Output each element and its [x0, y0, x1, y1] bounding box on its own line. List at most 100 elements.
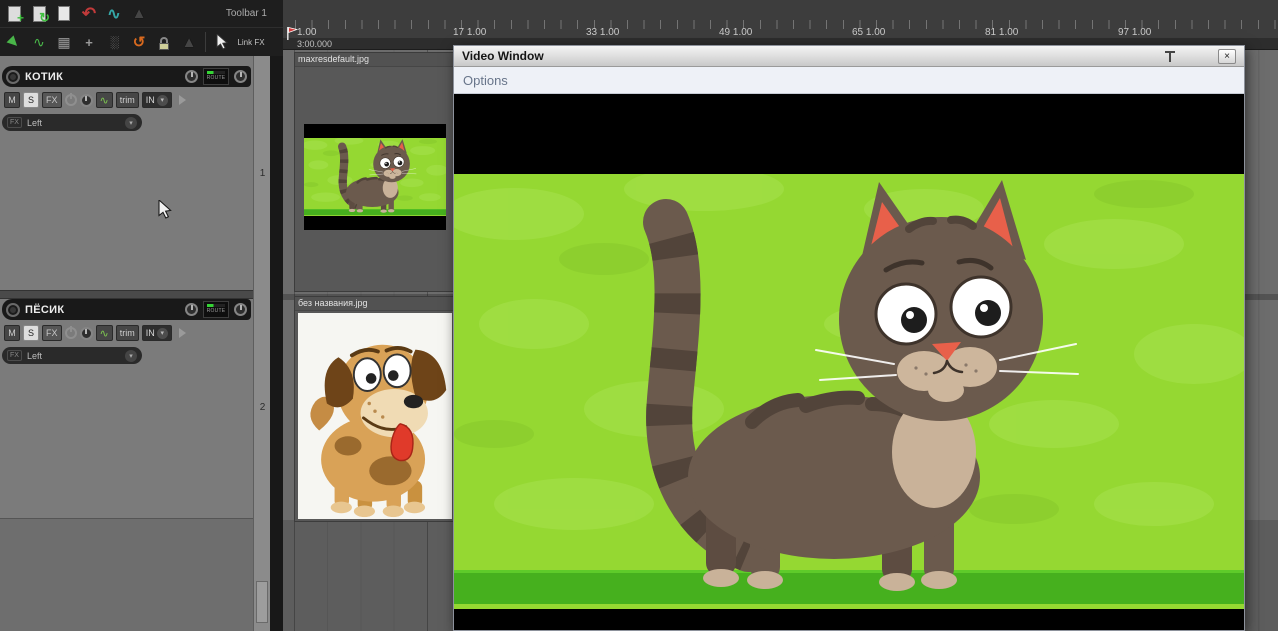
grid-dots-icon[interactable] [102, 30, 126, 54]
close-button[interactable]: × [1218, 48, 1236, 64]
envelope-button[interactable] [95, 92, 113, 108]
route-button[interactable]: ROUTE [203, 68, 229, 85]
input-dropdown-icon[interactable] [156, 327, 168, 339]
new-file-icon[interactable] [2, 2, 26, 26]
toolbar-label[interactable]: Toolbar 1 [226, 8, 267, 19]
media-item-dog[interactable]: без названия.jpg [294, 296, 456, 522]
record-arm-button[interactable] [6, 302, 20, 317]
channel-dropdown-icon[interactable] [125, 116, 137, 129]
routing-grid-icon[interactable] [52, 30, 76, 54]
fx-button[interactable]: FX [42, 92, 62, 108]
trim-button[interactable]: trim [115, 92, 139, 108]
record-arm-button[interactable] [6, 69, 20, 84]
mute-button[interactable]: M [4, 325, 20, 341]
input-button[interactable]: IN [141, 325, 172, 341]
track-number-strip[interactable]: 1 2 [253, 56, 270, 631]
track-buttons: M S FX trim IN [2, 92, 251, 108]
monitor-knob-icon[interactable] [234, 303, 247, 316]
draw-curve-icon[interactable] [102, 2, 126, 26]
track-name[interactable]: КОТИК [25, 71, 180, 83]
scrollbar-handle[interactable] [256, 581, 268, 623]
pan-knob[interactable] [79, 326, 93, 340]
loop-icon[interactable] [127, 30, 151, 54]
input-button[interactable]: IN [141, 92, 172, 108]
track-header[interactable]: ПЁСИК ROUTE [2, 299, 251, 320]
recmode-knob-icon[interactable] [185, 70, 198, 83]
sync-project-icon[interactable] [27, 2, 51, 26]
fold-arrow-icon[interactable] [178, 328, 186, 338]
route-button[interactable]: ROUTE [203, 301, 229, 318]
track-number: 2 [259, 402, 266, 413]
timeline-ruler[interactable]: 1.00 17 1.00 33 1.00 49 1.00 65 1.00 81 … [283, 0, 1278, 50]
track-header[interactable]: КОТИК ROUTE [2, 66, 251, 87]
mute-button[interactable]: M [4, 92, 20, 108]
metronome-icon[interactable] [127, 2, 151, 26]
fx-button[interactable]: FX [42, 325, 62, 341]
menu-options[interactable]: Options [463, 73, 508, 88]
dock-pin-icon[interactable] [1164, 50, 1176, 62]
envelope-button[interactable] [95, 325, 113, 341]
channel-dropdown-icon[interactable] [125, 349, 137, 362]
letterbox-bar [454, 95, 1244, 174]
track-pesik: ПЁСИК ROUTE M S FX trim IN FX Left [2, 299, 251, 364]
track-number: 1 [259, 168, 266, 179]
dog-image-thumbnail [298, 313, 452, 519]
channel-name: Left [26, 350, 42, 361]
tcp-empty-area [0, 518, 253, 631]
fx-bypass-icon[interactable] [64, 327, 77, 339]
video-frame [454, 174, 1244, 609]
toolbar-row-1: Toolbar 1 [0, 0, 283, 28]
route-label: ROUTE [206, 75, 226, 81]
video-display [454, 95, 1244, 630]
track-name[interactable]: ПЁСИК [25, 304, 180, 316]
channel-row[interactable]: FX Left [2, 114, 142, 131]
video-window-titlebar[interactable]: Video Window × [454, 46, 1244, 67]
fx-bypass-icon[interactable] [64, 94, 77, 106]
media-item-cat[interactable]: maxresdefault.jpg [294, 52, 456, 292]
envelope-icon[interactable] [27, 30, 51, 54]
mouse-pointer-icon[interactable] [210, 30, 234, 54]
ruler-label: 33 1.00 [586, 27, 620, 38]
mouse-cursor [158, 198, 173, 224]
fold-arrow-icon[interactable] [178, 95, 186, 105]
main-toolbar: Toolbar 1 Link FX [0, 0, 283, 56]
channel-fx-tag: FX [7, 350, 22, 361]
track-kotik: КОТИК ROUTE M S FX trim IN FX Left [2, 66, 251, 131]
route-label: ROUTE [206, 308, 226, 314]
channel-fx-tag: FX [7, 117, 22, 128]
ruler-label: 65 1.00 [852, 27, 886, 38]
monitor-knob-icon[interactable] [234, 70, 247, 83]
channel-name: Left [26, 117, 42, 128]
video-window-title: Video Window [462, 49, 544, 63]
toolbar-row-2: Link FX [0, 28, 283, 56]
ruler-label: 17 1.00 [453, 27, 487, 38]
media-item-label: без названия.jpg [295, 297, 455, 311]
input-label: IN [145, 328, 155, 338]
cat-video-thumbnail [304, 124, 446, 230]
move-icon[interactable] [77, 30, 101, 54]
panel-splitter[interactable] [270, 0, 283, 631]
toolbar-separator [205, 32, 206, 52]
undo-icon[interactable] [77, 2, 101, 26]
input-dropdown-icon[interactable] [156, 94, 168, 106]
recmode-knob-icon[interactable] [185, 303, 198, 316]
page-icon[interactable] [52, 2, 76, 26]
lock-icon[interactable] [152, 30, 176, 54]
channel-row[interactable]: FX Left [2, 347, 142, 364]
ruler-label: 1.00 [297, 27, 317, 38]
letterbox-bar [304, 216, 446, 230]
link-fx-button[interactable]: Link FX [235, 38, 267, 47]
ruler-label: 81 1.00 [985, 27, 1019, 38]
metronome-small-icon[interactable] [177, 30, 201, 54]
track-buttons: M S FX trim IN [2, 325, 251, 341]
video-window: Video Window × Options [453, 45, 1245, 631]
pan-knob[interactable] [79, 93, 93, 107]
media-item-label: maxresdefault.jpg [295, 53, 455, 67]
reaper-app: Toolbar 1 Link FX КОТИК [0, 0, 1278, 631]
track-divider[interactable] [0, 290, 253, 299]
track-control-panel: КОТИК ROUTE M S FX trim IN FX Left [0, 56, 253, 631]
cat-scene-art [304, 138, 446, 216]
solo-button[interactable]: S [23, 92, 39, 108]
trim-button[interactable]: trim [115, 325, 139, 341]
solo-button[interactable]: S [23, 325, 39, 341]
